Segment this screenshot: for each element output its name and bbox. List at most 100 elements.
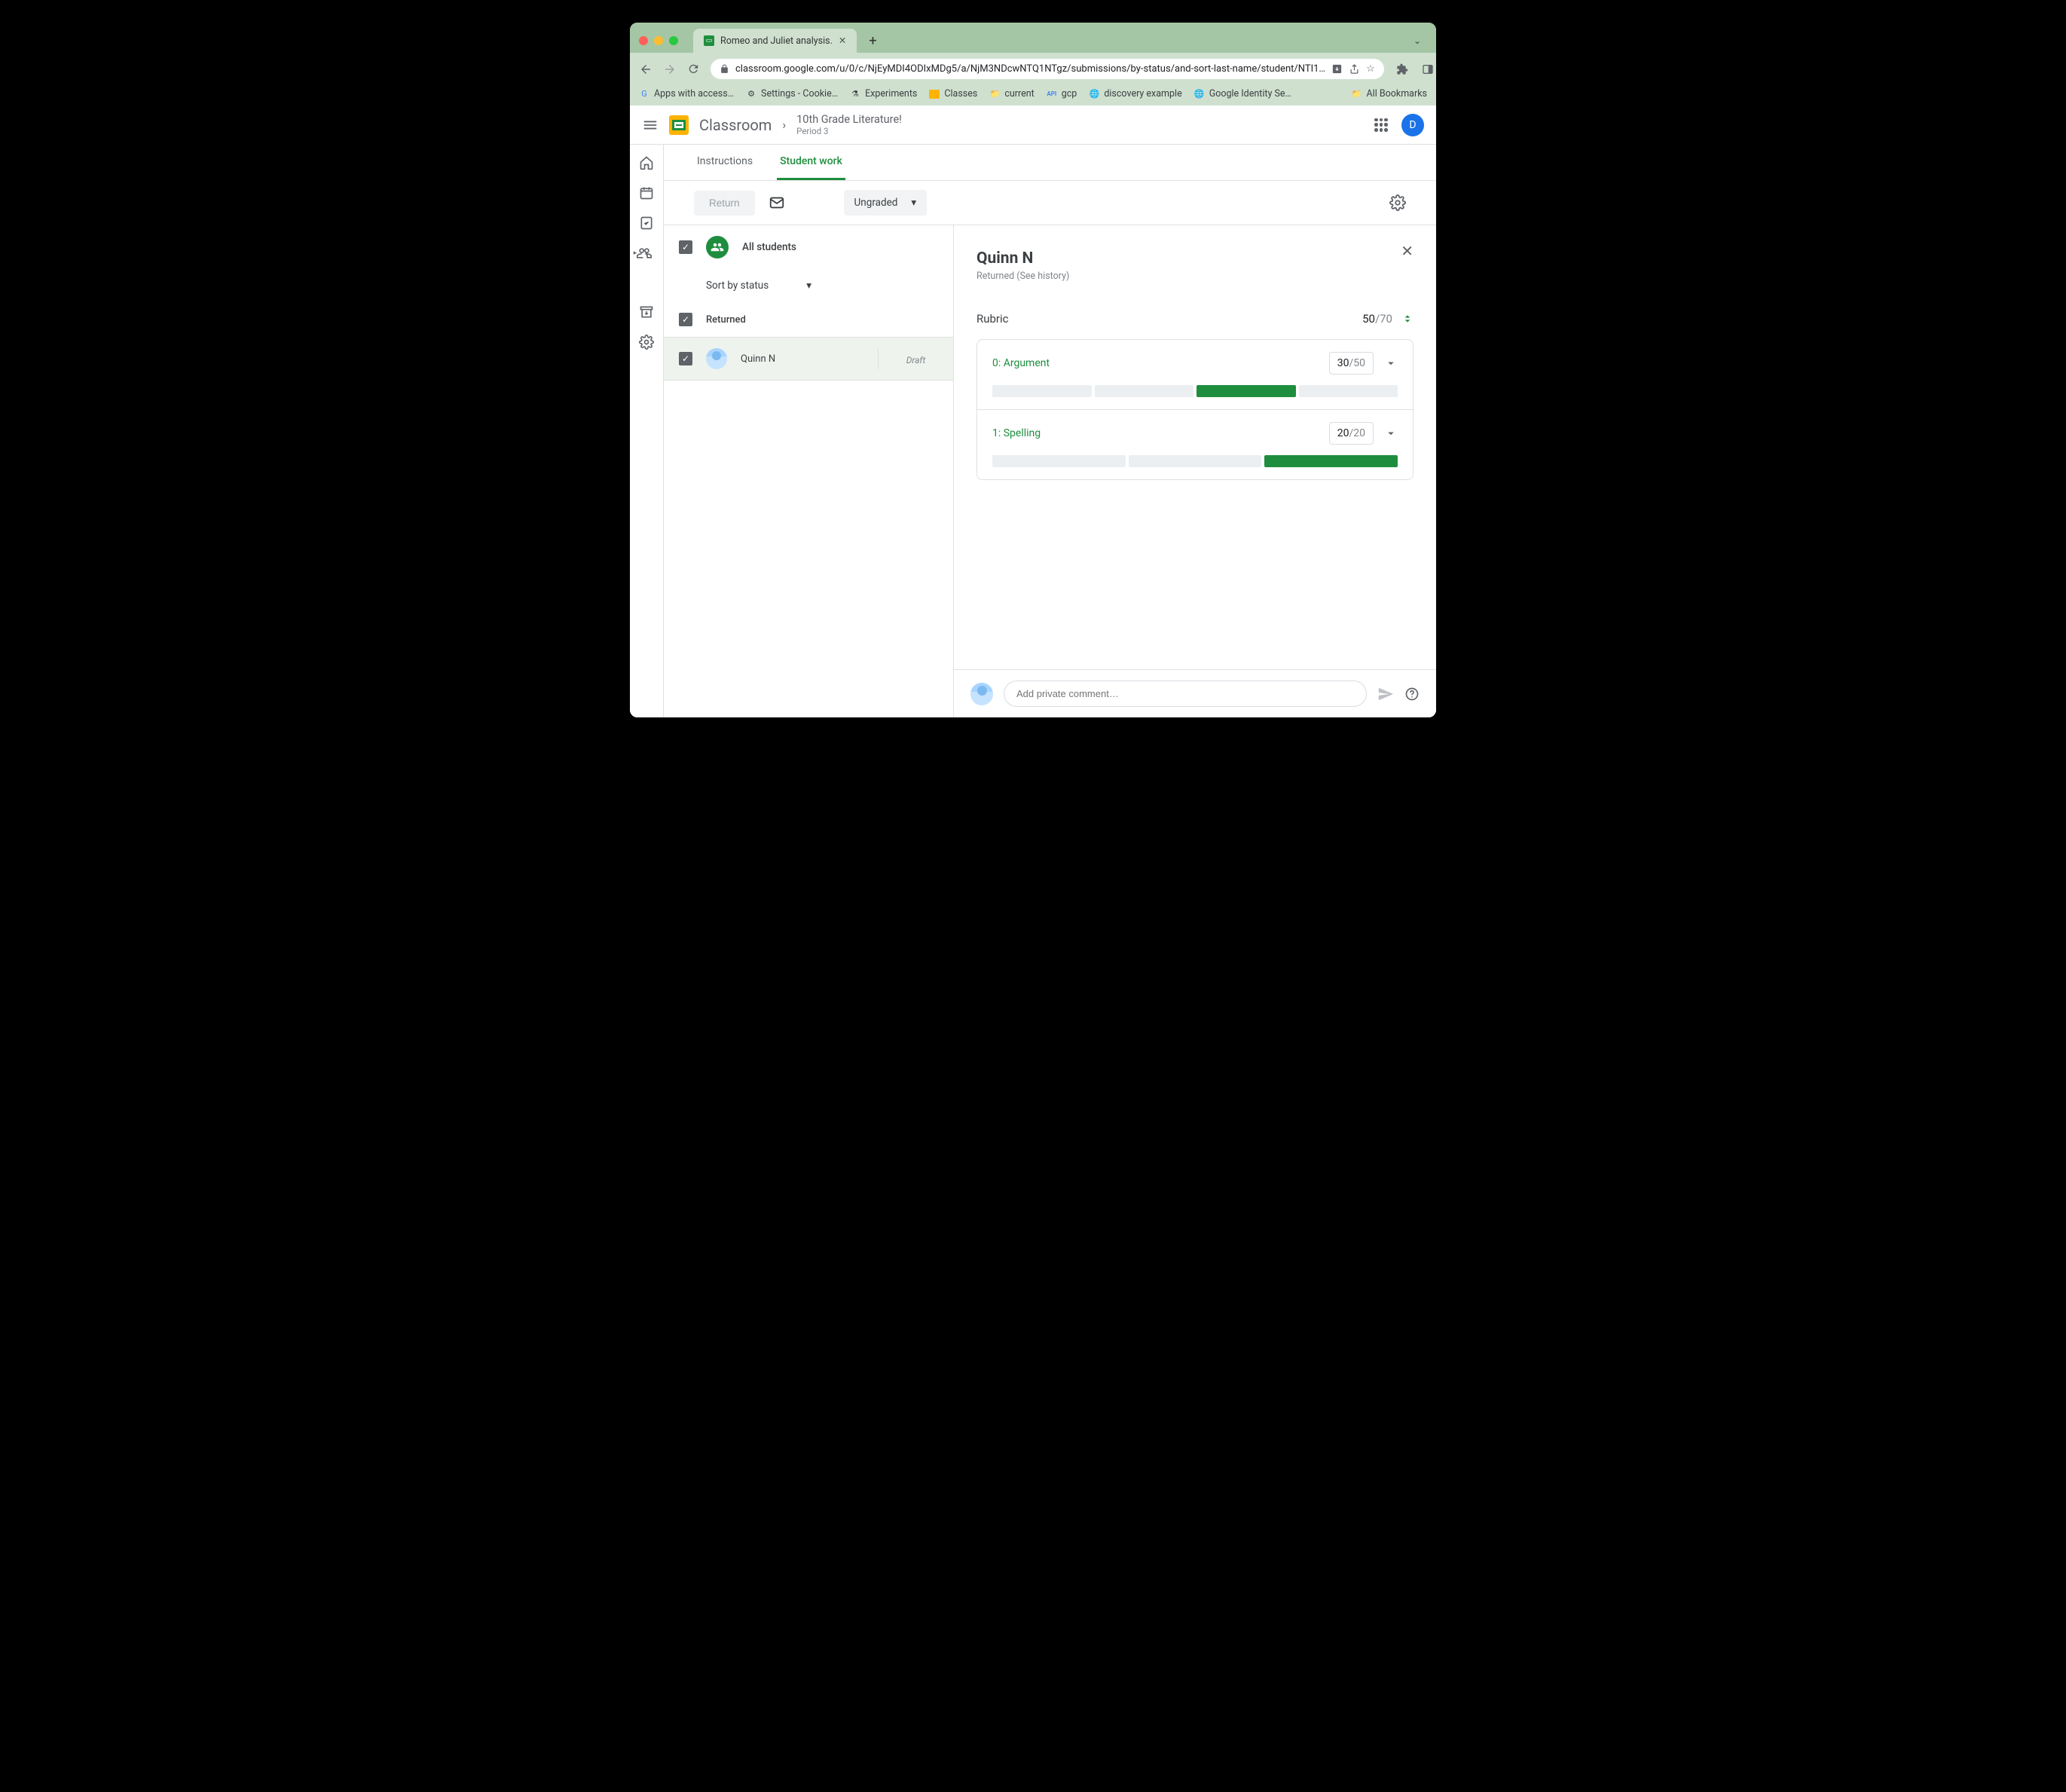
browser-chrome: ▭ Romeo and Juliet analysis. ✕ + ⌄ class… xyxy=(630,23,1436,106)
tab-instructions[interactable]: Instructions xyxy=(694,145,756,180)
assignment-tabs: Instructions Student work xyxy=(664,145,1436,181)
bookmark-identity[interactable]: 🌐Google Identity Se… xyxy=(1194,88,1291,99)
install-app-icon[interactable] xyxy=(1331,63,1343,75)
app-header: Classroom › 10th Grade Literature! Perio… xyxy=(630,106,1436,145)
class-title: 10th Grade Literature! xyxy=(796,113,902,126)
email-icon[interactable] xyxy=(769,194,785,211)
comment-avatar-icon xyxy=(970,683,993,705)
side-nav: ▸ xyxy=(630,145,664,717)
tabs-dropdown-icon[interactable]: ⌄ xyxy=(1413,35,1427,46)
forward-button[interactable] xyxy=(663,62,677,77)
student-list-pane: ✓ All students Sort by status ▾ ✓ Return… xyxy=(664,225,954,717)
bookmark-experiments[interactable]: ⚗Experiments xyxy=(850,88,917,99)
criterion-score-input[interactable]: 30/50 xyxy=(1329,352,1374,375)
bookmarks-bar: GApps with access… ⚙Settings - Cookie… ⚗… xyxy=(630,85,1436,106)
breadcrumb[interactable]: 10th Grade Literature! Period 3 xyxy=(796,113,902,136)
level-segment[interactable] xyxy=(1299,385,1398,397)
student-detail-name: Quinn N xyxy=(976,249,1413,268)
submission-status[interactable]: Returned (See history) xyxy=(976,271,1413,282)
tab-student-work[interactable]: Student work xyxy=(777,145,845,180)
tab-title: Romeo and Juliet analysis. xyxy=(720,35,833,47)
select-all-checkbox[interactable]: ✓ xyxy=(679,240,692,254)
chevron-down-icon[interactable] xyxy=(1384,356,1398,370)
dropdown-arrow-icon: ▾ xyxy=(911,197,916,209)
all-students-row[interactable]: ✓ All students xyxy=(664,225,953,269)
assignment-settings-icon[interactable] xyxy=(1389,194,1406,211)
criterion-level-bar[interactable] xyxy=(992,385,1398,397)
level-segment[interactable] xyxy=(1095,385,1194,397)
archive-icon[interactable] xyxy=(639,304,654,320)
student-avatar-icon xyxy=(706,348,727,369)
bookmark-classes[interactable]: Classes xyxy=(929,88,977,99)
grade-filter-dropdown[interactable]: Ungraded ▾ xyxy=(844,190,928,216)
url-text: classroom.google.com/u/0/c/NjEyMDI4ODIxM… xyxy=(735,63,1325,75)
send-icon[interactable] xyxy=(1377,686,1394,702)
returned-section-header: ✓ Returned xyxy=(664,302,953,337)
class-subtitle: Period 3 xyxy=(796,126,902,136)
url-bar[interactable]: classroom.google.com/u/0/c/NjEyMDI4ODIxM… xyxy=(711,59,1384,79)
back-button[interactable] xyxy=(639,62,653,77)
browser-tab[interactable]: ▭ Romeo and Juliet analysis. ✕ xyxy=(693,29,857,53)
criterion-level-bar[interactable] xyxy=(992,455,1398,467)
lock-icon xyxy=(720,64,729,74)
side-panel-icon[interactable] xyxy=(1420,62,1435,77)
bookmark-settings[interactable]: ⚙Settings - Cookie… xyxy=(746,88,838,99)
close-window-icon[interactable] xyxy=(639,36,648,45)
extensions-icon[interactable] xyxy=(1395,62,1410,77)
bookmark-apps[interactable]: GApps with access… xyxy=(639,88,734,99)
dropdown-arrow-icon: ▾ xyxy=(806,280,811,292)
bookmark-current[interactable]: 📁current xyxy=(989,88,1034,99)
filter-label: Ungraded xyxy=(854,197,898,209)
main-menu-icon[interactable] xyxy=(642,117,659,133)
sort-dropdown[interactable]: Sort by status ▾ xyxy=(664,269,953,302)
level-segment[interactable] xyxy=(992,385,1092,397)
reload-button[interactable] xyxy=(687,62,700,77)
expand-rubric-icon[interactable] xyxy=(1401,313,1413,325)
help-icon[interactable] xyxy=(1404,687,1420,702)
chevron-down-icon[interactable] xyxy=(1384,427,1398,440)
share-icon[interactable] xyxy=(1349,63,1360,75)
window-controls xyxy=(639,36,678,45)
student-row[interactable]: ✓ Quinn N Draft xyxy=(664,337,953,381)
user-avatar[interactable]: D xyxy=(1401,114,1424,136)
breadcrumb-separator: › xyxy=(782,118,786,132)
bookmark-gcp[interactable]: APIgcp xyxy=(1047,88,1077,99)
app-name[interactable]: Classroom xyxy=(699,116,772,134)
todo-icon[interactable] xyxy=(639,216,654,231)
settings-icon[interactable] xyxy=(639,335,654,350)
rubric-heading: Rubric xyxy=(976,312,1009,326)
criterion-name[interactable]: 0: Argument xyxy=(992,357,1050,369)
classroom-logo-icon[interactable] xyxy=(669,115,689,135)
select-student-checkbox[interactable]: ✓ xyxy=(679,352,692,365)
tab-close-icon[interactable]: ✕ xyxy=(839,35,846,47)
maximize-window-icon[interactable] xyxy=(669,36,678,45)
close-panel-icon[interactable]: ✕ xyxy=(1401,242,1413,260)
student-status: Draft xyxy=(906,355,926,365)
student-detail-pane: ✕ Quinn N Returned (See history) Rubric … xyxy=(954,225,1436,717)
level-segment-selected[interactable] xyxy=(1264,455,1398,467)
google-apps-icon[interactable] xyxy=(1374,118,1388,132)
level-segment-selected[interactable] xyxy=(1197,385,1296,397)
home-icon[interactable] xyxy=(639,155,654,170)
private-comment-input[interactable] xyxy=(1004,680,1367,707)
criterion-name[interactable]: 1: Spelling xyxy=(992,427,1041,439)
bookmark-all[interactable]: 📁All Bookmarks xyxy=(1352,88,1428,99)
criterion-spelling: 1: Spelling 20/20 xyxy=(977,409,1413,479)
level-segment[interactable] xyxy=(992,455,1126,467)
new-tab-button[interactable]: + xyxy=(863,30,882,52)
calendar-icon[interactable] xyxy=(639,185,654,200)
classroom-favicon-icon: ▭ xyxy=(704,35,714,46)
minimize-window-icon[interactable] xyxy=(654,36,663,45)
bookmark-star-icon[interactable]: ☆ xyxy=(1366,63,1375,75)
people-icon[interactable]: ▸ xyxy=(641,246,653,261)
student-name: Quinn N xyxy=(741,353,775,365)
rubric-total-score: 50/70 xyxy=(1362,312,1392,326)
bookmark-discovery[interactable]: 🌐discovery example xyxy=(1089,88,1181,99)
select-section-checkbox[interactable]: ✓ xyxy=(679,313,692,326)
section-label: Returned xyxy=(706,314,746,326)
return-button[interactable]: Return xyxy=(694,191,755,216)
criterion-score-input[interactable]: 20/20 xyxy=(1329,422,1374,445)
private-comment-row xyxy=(954,669,1436,717)
criterion-argument: 0: Argument 30/50 xyxy=(977,340,1413,409)
level-segment[interactable] xyxy=(1129,455,1262,467)
